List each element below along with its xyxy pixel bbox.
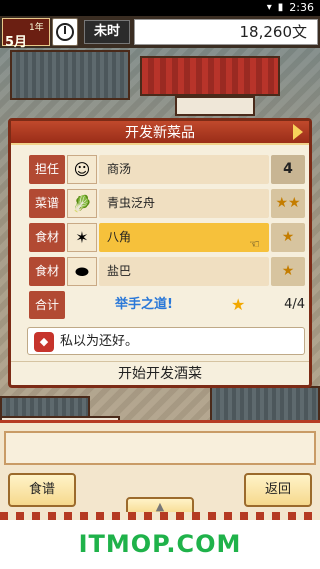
- star-anise-icon: ✶: [67, 223, 97, 252]
- comment-text: 私以为还好。: [60, 334, 139, 349]
- chef-portrait-icon: ☺: [67, 155, 97, 184]
- battery-icon: ▮: [277, 2, 284, 13]
- start-develop-button[interactable]: 开始开发酒菜: [11, 361, 309, 385]
- row-label: 食材: [29, 257, 65, 286]
- row-recipe[interactable]: 菜谱 🥬 青虫泛舟 ★★: [29, 187, 305, 220]
- dialog-title: 开发新菜品: [11, 121, 309, 145]
- pointing-hand-icon: ☜: [249, 237, 260, 251]
- top-hud: 1年 5月 未时 18,260文: [0, 16, 320, 50]
- selection-rows: 担任 ☺ 商汤 4 菜谱 🥬 青虫泛舟 ★★ 食材 ✶ 八角 ☜ ★ 食材 ⬬ …: [29, 153, 305, 321]
- ingredient-name[interactable]: 八角 ☜: [99, 223, 269, 252]
- recipe-rating: ★★: [271, 189, 305, 218]
- decorative-border: [0, 512, 320, 520]
- back-button[interactable]: 返回: [244, 473, 312, 507]
- ingredient-rating: ★: [271, 223, 305, 252]
- chef-name[interactable]: 商汤: [99, 155, 269, 184]
- time-of-day: 未时: [84, 20, 130, 44]
- dialog-title-text: 开发新菜品: [125, 125, 195, 141]
- ingredient-name[interactable]: 盐巴: [99, 257, 269, 286]
- monster-icon: ◆: [34, 332, 54, 352]
- signal-icon: ▾: [266, 2, 272, 13]
- row-label: 食材: [29, 223, 65, 252]
- status-bar: ▾ ▮ 2:36: [0, 0, 320, 16]
- row-chef[interactable]: 担任 ☺ 商汤 4: [29, 153, 305, 186]
- row-label: 担任: [29, 155, 65, 184]
- total-ratio: 4/4: [284, 297, 305, 312]
- ingredient-rating: ★: [271, 257, 305, 286]
- ingredient-name-text: 八角: [107, 230, 132, 244]
- building-roof: [10, 50, 130, 100]
- date-display: 1年 5月: [2, 18, 50, 50]
- combo-name: 举手之道!: [115, 297, 173, 312]
- total-label: 合计: [29, 291, 65, 319]
- building-wall: [175, 96, 255, 116]
- star-icon: ★: [231, 295, 246, 314]
- salt-icon: ⬬: [67, 257, 97, 286]
- chef-level: 4: [271, 155, 305, 184]
- watermark-text: ITMOP.COM: [78, 530, 242, 558]
- recipe-button[interactable]: 食谱: [8, 473, 76, 507]
- recipe-name[interactable]: 青虫泛舟: [99, 189, 269, 218]
- next-arrow-icon[interactable]: [293, 124, 303, 140]
- bottom-message-area: [4, 431, 316, 465]
- watermark: ITMOP.COM: [0, 520, 320, 569]
- develop-dish-dialog: 开发新菜品 担任 ☺ 商汤 4 菜谱 🥬 青虫泛舟 ★★ 食材 ✶ 八角 ☜ ★…: [8, 118, 312, 388]
- year-label: 1年: [29, 23, 44, 33]
- bottom-bar: 食谱 返回 ▲: [0, 420, 320, 520]
- row-ingredient-1[interactable]: 食材 ✶ 八角 ☜ ★: [29, 221, 305, 254]
- row-total: 合计 举手之道! ★ 4/4: [29, 289, 305, 321]
- status-time: 2:36: [289, 1, 314, 14]
- row-label: 菜谱: [29, 189, 65, 218]
- clock-icon: [52, 18, 78, 46]
- month-label: 5月: [5, 35, 28, 50]
- money-display: 18,260文: [134, 19, 318, 45]
- dish-icon: 🥬: [67, 189, 97, 218]
- row-ingredient-2[interactable]: 食材 ⬬ 盐巴 ★: [29, 255, 305, 288]
- comment-box: ◆ 私以为还好。: [27, 327, 305, 355]
- building-red: [140, 56, 280, 96]
